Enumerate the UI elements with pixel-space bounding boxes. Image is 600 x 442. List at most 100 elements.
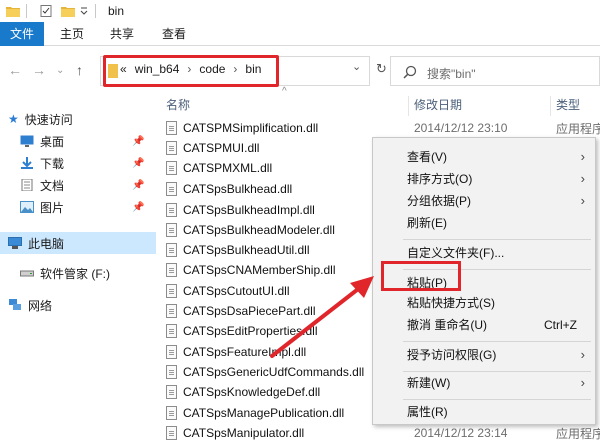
pin-icon[interactable]: 📌 bbox=[132, 158, 144, 169]
file-name: CATSpsKnowledgeDef.dll bbox=[183, 385, 321, 399]
menu-item-new[interactable]: 新建(W) › bbox=[373, 372, 595, 394]
menu-label: 撤消 重命名(U) bbox=[407, 318, 487, 332]
dll-file-icon bbox=[166, 121, 177, 135]
tab-file[interactable]: 文件 bbox=[0, 22, 44, 46]
dll-file-icon bbox=[166, 385, 177, 399]
menu-shortcut: Ctrl+Z bbox=[544, 318, 577, 332]
highlight-box bbox=[381, 261, 461, 291]
menu-label: 新建(W) bbox=[407, 376, 451, 390]
dll-file-icon bbox=[166, 365, 177, 379]
column-header-name[interactable]: 名称 bbox=[166, 96, 190, 116]
file-name: CATSPMUI.dll bbox=[183, 141, 260, 155]
file-name: CATSpsBulkhead.dll bbox=[183, 182, 293, 196]
address-dropdown-button[interactable]: ⌄ bbox=[352, 60, 361, 73]
menu-separator bbox=[403, 341, 591, 342]
nav-item-pictures[interactable]: 图片 📌 bbox=[0, 196, 156, 218]
menu-label: 查看(V) bbox=[407, 150, 447, 164]
download-icon bbox=[21, 157, 33, 169]
file-row[interactable]: CATSpsManipulator.dll 2014/12/12 23:14 应用程… bbox=[166, 423, 600, 442]
menu-item-properties[interactable]: 属性(R) bbox=[373, 401, 595, 423]
pin-icon[interactable]: 📌 bbox=[132, 202, 144, 213]
dll-file-icon bbox=[166, 223, 177, 237]
tab-share[interactable]: 共享 bbox=[104, 22, 140, 46]
nav-quick-access[interactable]: ★ 快速访问 bbox=[0, 108, 156, 130]
search-icon bbox=[403, 65, 417, 79]
tab-home[interactable]: 主页 bbox=[54, 22, 90, 46]
forward-button[interactable]: → bbox=[32, 62, 46, 78]
properties-icon[interactable] bbox=[39, 5, 53, 17]
chevron-right-icon: › bbox=[580, 149, 585, 164]
dll-file-icon bbox=[166, 141, 177, 155]
nav-network[interactable]: 网络 bbox=[0, 294, 156, 316]
file-name: CATSPMXML.dll bbox=[183, 161, 273, 175]
nav-this-pc[interactable]: 此电脑 bbox=[0, 232, 156, 254]
network-icon bbox=[9, 299, 21, 310]
file-row[interactable]: CATSPMSimplification.dll 2014/12/12 23:10… bbox=[166, 118, 600, 138]
dll-file-icon bbox=[166, 304, 177, 318]
menu-item-group[interactable]: 分组依据(P) › bbox=[373, 190, 595, 212]
divider bbox=[26, 4, 27, 18]
pin-icon[interactable]: 📌 bbox=[132, 180, 144, 191]
column-header-date[interactable]: 修改日期 bbox=[414, 96, 462, 116]
menu-separator bbox=[403, 239, 591, 240]
file-name: CATSpsManipulator.dll bbox=[183, 426, 305, 440]
search-input[interactable]: 搜索"bin" bbox=[427, 65, 476, 82]
file-date: 2014/12/12 23:14 bbox=[414, 426, 508, 440]
menu-item-refresh[interactable]: 刷新(E) bbox=[373, 212, 595, 234]
refresh-button[interactable]: ↻ bbox=[376, 61, 387, 77]
dll-file-icon bbox=[166, 182, 177, 196]
dll-file-icon bbox=[166, 406, 177, 420]
menu-item-paste-shortcut[interactable]: 粘贴快捷方式(S) bbox=[373, 292, 595, 314]
documents-icon bbox=[21, 179, 33, 191]
drive-icon bbox=[20, 270, 34, 277]
menu-item-view[interactable]: 查看(V) › bbox=[373, 146, 595, 168]
ribbon-tabs: 文件 主页 共享 查看 bbox=[0, 22, 600, 46]
customize-quick-access-icon[interactable] bbox=[79, 6, 89, 16]
file-name: CATSpsGenericUdfCommands.dll bbox=[183, 365, 365, 379]
column-divider[interactable] bbox=[408, 96, 409, 116]
divider bbox=[95, 4, 96, 18]
pin-icon[interactable]: 📌 bbox=[132, 136, 144, 147]
menu-label: 刷新(E) bbox=[407, 216, 447, 230]
file-name: CATSpsBulkheadUtil.dll bbox=[183, 243, 310, 257]
file-name: CATSpsManagePublication.dll bbox=[183, 406, 345, 420]
file-name: CATSpsCutoutUI.dll bbox=[183, 284, 290, 298]
column-divider[interactable] bbox=[550, 96, 551, 116]
file-date: 2014/12/12 23:10 bbox=[414, 121, 508, 135]
new-folder-icon[interactable] bbox=[61, 5, 75, 17]
menu-label: 授予访问权限(G) bbox=[407, 348, 497, 362]
menu-item-grant-access[interactable]: 授予访问权限(G) › bbox=[373, 344, 595, 366]
up-button[interactable]: ↑ bbox=[76, 62, 83, 78]
dll-file-icon bbox=[166, 161, 177, 175]
nav-label: 文档 bbox=[40, 178, 65, 193]
nav-label: 桌面 bbox=[40, 134, 65, 149]
menu-label: 粘贴快捷方式(S) bbox=[407, 296, 495, 310]
dll-file-icon bbox=[166, 426, 177, 440]
menu-item-undo-rename[interactable]: 撤消 重命名(U) Ctrl+Z bbox=[373, 314, 595, 336]
search-box[interactable]: 搜索"bin" bbox=[390, 56, 600, 86]
nav-drive-f[interactable]: 软件管家 (F:) bbox=[0, 262, 156, 284]
nav-item-documents[interactable]: 文档 📌 bbox=[0, 174, 156, 196]
nav-item-downloads[interactable]: 下载 📌 bbox=[0, 152, 156, 174]
title-bar: bin bbox=[0, 0, 600, 22]
file-name: CATSpsEditProperties.dll bbox=[183, 324, 318, 338]
chevron-right-icon: › bbox=[580, 375, 585, 390]
tab-view[interactable]: 查看 bbox=[156, 22, 192, 46]
file-name: CATSpsCNAMemberShip.dll bbox=[183, 263, 336, 277]
menu-label: 自定义文件夹(F)... bbox=[407, 246, 505, 260]
nav-label: 软件管家 (F:) bbox=[40, 266, 110, 281]
dll-file-icon bbox=[166, 345, 177, 359]
star-icon: ★ bbox=[8, 112, 19, 126]
dll-file-icon bbox=[166, 243, 177, 257]
computer-icon bbox=[8, 237, 22, 249]
navigation-pane: ★ 快速访问 桌面 📌 下载 📌 文档 📌 图片 📌 此电脑 软件管家 (F:)… bbox=[0, 96, 158, 442]
nav-label: 下载 bbox=[40, 156, 65, 171]
nav-item-desktop[interactable]: 桌面 📌 bbox=[0, 130, 156, 152]
back-button[interactable]: ← bbox=[8, 62, 22, 78]
file-name: CATSpsBulkheadImpl.dll bbox=[183, 203, 315, 217]
sort-indicator-icon: ^ bbox=[282, 86, 287, 97]
file-name: CATSpsFeatureImpl.dll bbox=[183, 345, 307, 359]
column-header-type[interactable]: 类型 bbox=[556, 96, 580, 116]
recent-locations-button[interactable]: ⌄ bbox=[56, 65, 64, 76]
menu-item-sort[interactable]: 排序方式(O) › bbox=[373, 168, 595, 190]
